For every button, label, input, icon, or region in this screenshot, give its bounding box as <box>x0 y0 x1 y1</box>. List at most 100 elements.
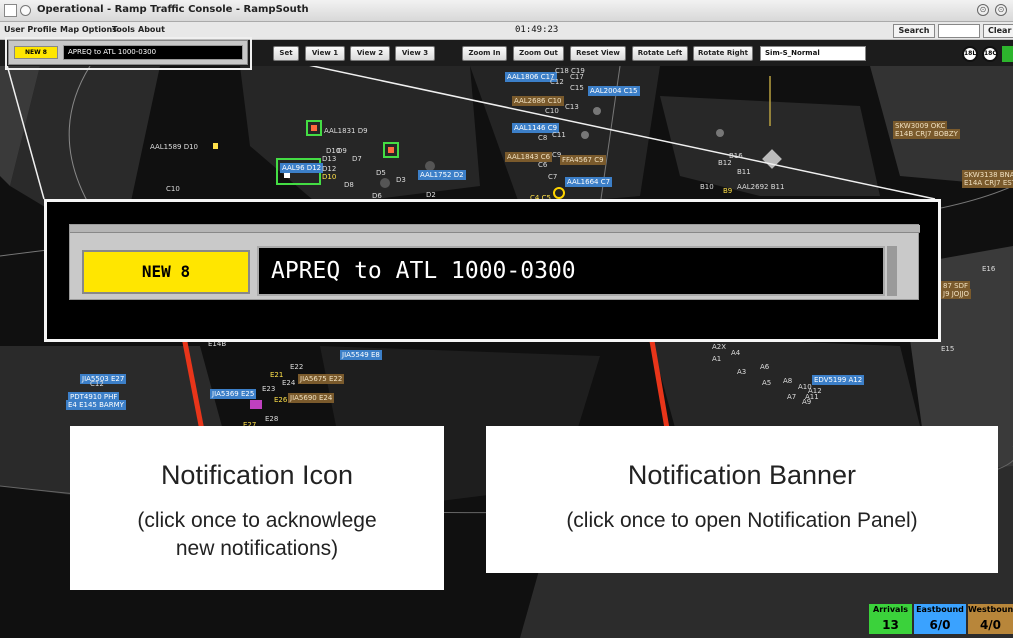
flight-label[interactable]: E28 <box>265 414 278 424</box>
reset-view-button[interactable]: Reset View <box>570 46 626 61</box>
flight-label[interactable]: C12 <box>550 77 564 87</box>
flight-label[interactable]: C8 <box>538 133 547 143</box>
flight-label[interactable]: AAL1831 D9 <box>324 126 368 136</box>
maximize-icon[interactable]: ⊙ <box>995 4 1007 16</box>
flight-label[interactable]: JIA5690 E24 <box>288 393 335 403</box>
annotation-icon-sub-line1: (click once to acknowlege <box>137 509 377 532</box>
flight-label[interactable]: C17 <box>570 72 584 82</box>
clock: 01:49:23 <box>515 25 559 35</box>
view1-button[interactable]: View 1 <box>305 46 345 61</box>
flight-label[interactable]: D9 <box>337 146 347 156</box>
rotate-left-button[interactable]: Rotate Left <box>632 46 688 61</box>
flight-label[interactable]: E15 <box>941 344 954 354</box>
zoom-in-button[interactable]: Zoom In <box>462 46 507 61</box>
flight-label[interactable]: C6 <box>538 160 547 170</box>
flight-label[interactable]: D8 <box>344 180 354 190</box>
runway-18l-icon[interactable]: 18L <box>962 46 978 62</box>
flight-label[interactable]: EDV5199 A12 <box>812 375 865 385</box>
flight-label[interactable]: E26 <box>274 395 287 405</box>
flight-label[interactable]: C7 <box>548 172 557 182</box>
flight-label[interactable]: E14A CRJ7 ESTR <box>962 178 1013 188</box>
flight-label[interactable]: A7 <box>787 392 796 402</box>
zoom-banner-edge <box>887 246 897 296</box>
flight-label[interactable]: AAL2004 C15 <box>588 86 640 96</box>
flight-label[interactable]: JIA5549 E8 <box>340 350 382 360</box>
arrivals-status[interactable]: Arrivals 13 <box>869 604 912 634</box>
flight-label[interactable]: B12 <box>718 158 732 168</box>
search-button[interactable]: Search <box>893 24 935 38</box>
zoom-strip <box>70 225 920 233</box>
menu-user-profile[interactable]: User Profile <box>4 25 57 34</box>
flight-label[interactable]: FFA4567 C9 <box>560 155 606 165</box>
flight-label[interactable]: AAL96 D12 <box>280 163 324 173</box>
flight-label[interactable]: D7 <box>352 154 362 164</box>
set-button[interactable]: Set <box>273 46 299 61</box>
flight-label[interactable]: C13 <box>565 102 579 112</box>
gate-marker <box>593 107 601 115</box>
view3-button[interactable]: View 3 <box>395 46 435 61</box>
flight-label[interactable]: A1 <box>712 354 721 364</box>
notification-icon[interactable]: NEW 8 <box>14 46 58 59</box>
flight-label[interactable]: A4 <box>731 348 740 358</box>
notification-banner[interactable]: APREQ to ATL 1000-0300 <box>63 45 243 60</box>
scenario-field[interactable]: Sim-S_Normal <box>760 46 866 61</box>
flight-label[interactable]: A2X <box>712 342 726 352</box>
flight-label[interactable]: D13 <box>322 154 336 164</box>
flight-label[interactable]: B11 <box>737 167 751 177</box>
menu-tools[interactable]: Tools <box>112 25 135 34</box>
flight-label[interactable]: C15 <box>570 83 584 93</box>
flight-label[interactable]: E16 <box>982 264 995 274</box>
flight-label[interactable]: AAL1589 D10 <box>150 142 198 152</box>
runway-18c-icon[interactable]: 18C <box>982 46 998 62</box>
annotation-banner-heading: Notification Banner <box>627 460 857 490</box>
zoom-callout: NEW 8 APREQ to ATL 1000-0300 <box>44 199 941 342</box>
flight-label[interactable]: E22 <box>290 362 303 372</box>
minimize-icon[interactable]: ⊙ <box>977 4 989 16</box>
clear-button[interactable]: Clear <box>983 24 1013 38</box>
westbound-status[interactable]: Westbound 4/0 <box>968 604 1013 634</box>
flight-label[interactable]: E24 <box>282 378 295 388</box>
menu-map-options[interactable]: Map Options <box>60 25 117 34</box>
flight-label[interactable]: C10 <box>545 106 559 116</box>
flight-label[interactable]: AAL1752 D2 <box>418 170 466 180</box>
flight-label[interactable]: AAL2686 C10 <box>512 96 564 106</box>
window-circle-icon[interactable] <box>20 5 31 16</box>
annotation-icon-heading: Notification Icon <box>160 460 354 490</box>
annotation-icon-sub: (click once to acknowlege new notificati… <box>70 507 444 563</box>
menu-about[interactable]: About <box>138 25 165 34</box>
flight-label[interactable]: A3 <box>737 367 746 377</box>
flight-label[interactable]: D10 <box>322 172 336 182</box>
flight-label[interactable]: J9 JOJJO <box>941 289 971 299</box>
flight-label[interactable]: AAL1806 C17 <box>505 72 557 82</box>
flight-label[interactable]: JIA5369 E25 <box>210 389 257 399</box>
flight-label[interactable]: B9 <box>723 186 732 196</box>
flight-label[interactable]: D5 <box>376 168 386 178</box>
app-icon <box>4 4 17 17</box>
flight-label[interactable]: AAL2692 B11 <box>737 182 784 192</box>
aircraft-marker <box>250 400 262 409</box>
flight-label[interactable]: C12 <box>90 379 104 389</box>
flight-label[interactable]: AAL1664 C7 <box>565 177 613 187</box>
flight-label[interactable]: A6 <box>760 362 769 372</box>
zoom-out-button[interactable]: Zoom Out <box>513 46 564 61</box>
zoom-notification-banner[interactable]: APREQ to ATL 1000-0300 <box>257 246 885 296</box>
flight-label[interactable]: C11 <box>552 130 566 140</box>
search-input[interactable] <box>938 24 980 38</box>
flight-label[interactable]: A9 <box>802 397 811 407</box>
flight-label[interactable]: D3 <box>396 175 406 185</box>
eastbound-status[interactable]: Eastbound 6/0 <box>914 604 966 634</box>
flight-label[interactable]: JIA5675 E22 <box>298 374 345 384</box>
flight-label[interactable]: E23 <box>262 384 275 394</box>
rotate-right-button[interactable]: Rotate Right <box>693 46 753 61</box>
flight-label[interactable]: B10 <box>700 182 714 192</box>
flight-label[interactable]: A5 <box>762 378 771 388</box>
gate-marker <box>380 178 390 188</box>
westbound-value: 4/0 <box>979 618 1002 632</box>
view2-button[interactable]: View 2 <box>350 46 390 61</box>
flight-label[interactable]: E14B CRJ7 BOBZY <box>893 129 960 139</box>
flight-label[interactable]: C10 <box>166 184 180 194</box>
flight-label[interactable]: A8 <box>783 376 792 386</box>
gate-marker <box>581 131 589 139</box>
zoom-notification-icon[interactable]: NEW 8 <box>82 250 250 294</box>
flight-label[interactable]: E4 E145 BARMY <box>66 400 126 410</box>
